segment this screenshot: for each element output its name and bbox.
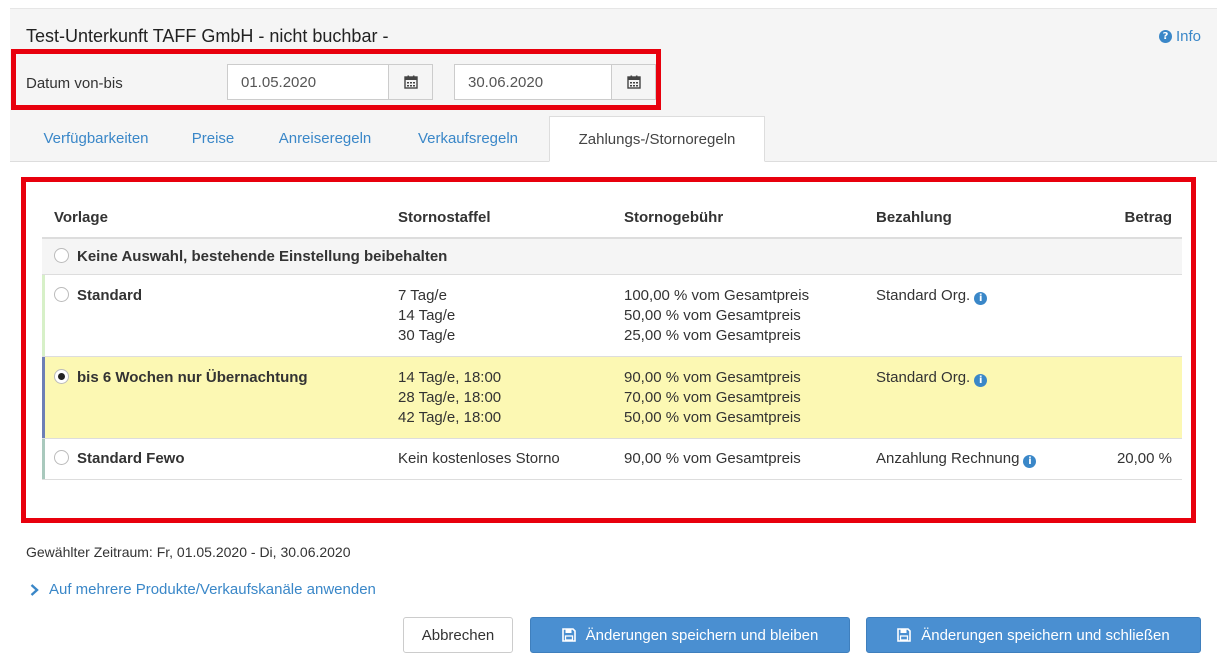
gebuehr-line: 90,00 % vom Gesamtpreis <box>624 368 801 386</box>
none-option-label: Keine Auswahl, bestehende Einstellung be… <box>77 248 448 265</box>
tab-preise[interactable]: Preise <box>180 116 246 162</box>
staffel-line: 30 Tag/e <box>398 326 456 344</box>
staffel-line: 28 Tag/e, 18:00 <box>398 388 502 406</box>
radio-button[interactable] <box>54 248 69 263</box>
calendar-icon <box>403 75 418 89</box>
storno-rules-table: Vorlage Stornostaffel Stornogebühr Bezah… <box>42 198 1182 480</box>
column-header-betrag: Betrag <box>1084 198 1182 239</box>
betrag-cell <box>1084 274 1182 357</box>
info-link[interactable]: ? Info <box>1158 28 1201 45</box>
column-header-stornogebuehr: Stornogebühr <box>612 198 864 239</box>
vorlage-name: Standard <box>77 286 143 304</box>
date-from-calendar-button[interactable] <box>388 65 432 99</box>
cancel-button[interactable]: Abbrechen <box>403 617 513 653</box>
bezahlung-cell: Anzahlung Rechnung i <box>864 438 1084 480</box>
vorlage-cell: Standard Fewo <box>42 438 386 480</box>
table-row-selected[interactable]: bis 6 Wochen nur Übernachtung 14 Tag/e, … <box>42 356 1182 439</box>
staffel-line: 7 Tag/e <box>398 286 447 304</box>
date-from-group <box>227 64 433 100</box>
vorlage-name: bis 6 Wochen nur Übernachtung <box>77 368 308 386</box>
table-row[interactable]: Standard Fewo Kein kostenloses Storno 90… <box>42 438 1182 480</box>
gebuehr-line: 70,00 % vom Gesamtpreis <box>624 388 801 406</box>
info-icon[interactable]: i <box>974 291 988 305</box>
bezahlung-label: Standard Org. <box>876 286 971 304</box>
date-to-calendar-button[interactable] <box>611 65 655 99</box>
save-and-close-label: Änderungen speichern und schließen <box>921 626 1170 644</box>
gebuehr-line: 50,00 % vom Gesamtpreis <box>624 408 801 426</box>
info-icon[interactable]: i <box>1023 454 1037 468</box>
vorlage-name: Standard Fewo <box>77 449 185 467</box>
bezahlung-cell: Standard Org. i <box>864 274 1084 357</box>
staffel-line: 14 Tag/e <box>398 306 456 324</box>
chevron-right-icon <box>30 583 39 596</box>
betrag-cell: 20,00 % <box>1084 438 1182 480</box>
column-header-bezahlung: Bezahlung <box>864 198 1084 239</box>
stornostaffel-cell: 7 Tag/e 14 Tag/e 30 Tag/e <box>386 274 612 357</box>
stornogebuehr-cell: 90,00 % vom Gesamtpreis 70,00 % vom Gesa… <box>612 356 864 439</box>
table-row[interactable]: Standard 7 Tag/e 14 Tag/e 30 Tag/e 100,0… <box>42 274 1182 357</box>
staffel-line: Kein kostenloses Storno <box>398 449 560 467</box>
gebuehr-line: 50,00 % vom Gesamtpreis <box>624 306 801 324</box>
tab-bar: Verfügbarkeiten Preise Anreiseregeln Ver… <box>10 116 1217 162</box>
stornostaffel-cell: Kein kostenloses Storno <box>386 438 612 480</box>
floppy-disk-icon <box>897 628 912 642</box>
apply-to-multiple-link[interactable]: Auf mehrere Produkte/Verkaufskanäle anwe… <box>30 581 376 598</box>
page-title: Test-Unterkunft TAFF GmbH - nicht buchba… <box>26 26 389 46</box>
staffel-line: 42 Tag/e, 18:00 <box>398 408 502 426</box>
bezahlung-label: Anzahlung Rechnung <box>876 449 1020 467</box>
radio-button[interactable] <box>54 286 69 302</box>
gebuehr-line: 25,00 % vom Gesamtpreis <box>624 326 801 344</box>
table-row-none[interactable]: Keine Auswahl, bestehende Einstellung be… <box>42 238 1182 275</box>
gebuehr-line: 100,00 % vom Gesamtpreis <box>624 286 810 304</box>
vorlage-cell: bis 6 Wochen nur Übernachtung <box>42 356 386 439</box>
info-icon[interactable]: i <box>974 373 988 387</box>
apply-link-label: Auf mehrere Produkte/Verkaufskanäle anwe… <box>49 581 376 598</box>
stornostaffel-cell: 14 Tag/e, 18:00 28 Tag/e, 18:00 42 Tag/e… <box>386 356 612 439</box>
floppy-disk-icon <box>561 628 576 642</box>
save-and-close-button[interactable]: Änderungen speichern und schließen <box>866 617 1201 653</box>
bezahlung-label: Standard Org. <box>876 368 971 386</box>
betrag-cell <box>1084 356 1182 439</box>
staffel-line: 14 Tag/e, 18:00 <box>398 368 502 386</box>
tab-verfuegbarkeiten[interactable]: Verfügbarkeiten <box>26 116 166 162</box>
none-option-cell: Keine Auswahl, bestehende Einstellung be… <box>42 238 1182 275</box>
date-to-input[interactable] <box>455 65 611 99</box>
date-range-label: Datum von-bis <box>26 75 123 92</box>
calendar-icon <box>626 75 641 89</box>
tab-anreiseregeln[interactable]: Anreiseregeln <box>264 116 386 162</box>
stornogebuehr-cell: 90,00 % vom Gesamtpreis <box>612 438 864 480</box>
column-header-vorlage: Vorlage <box>42 198 386 239</box>
save-and-stay-button[interactable]: Änderungen speichern und bleiben <box>530 617 850 653</box>
date-from-input[interactable] <box>228 65 388 99</box>
selected-period-summary: Gewählter Zeitraum: Fr, 01.05.2020 - Di,… <box>26 544 351 560</box>
question-circle-icon: ? <box>1158 30 1172 43</box>
info-label: Info <box>1175 28 1201 45</box>
vorlage-cell: Standard <box>42 274 386 357</box>
radio-button[interactable] <box>54 449 69 465</box>
bezahlung-cell: Standard Org. i <box>864 356 1084 439</box>
table-header-row: Vorlage Stornostaffel Stornogebühr Bezah… <box>42 198 1182 239</box>
column-header-stornostaffel: Stornostaffel <box>386 198 612 239</box>
gebuehr-line: 90,00 % vom Gesamtpreis <box>624 449 801 467</box>
radio-button-checked[interactable] <box>54 368 69 384</box>
save-and-stay-label: Änderungen speichern und bleiben <box>585 626 819 644</box>
date-to-group <box>454 64 656 100</box>
stornogebuehr-cell: 100,00 % vom Gesamtpreis 50,00 % vom Ges… <box>612 274 864 357</box>
tab-zahlungs-stornoregeln[interactable]: Zahlungs-/Stornoregeln <box>549 116 765 162</box>
tab-verkaufsregeln[interactable]: Verkaufsregeln <box>402 116 534 162</box>
